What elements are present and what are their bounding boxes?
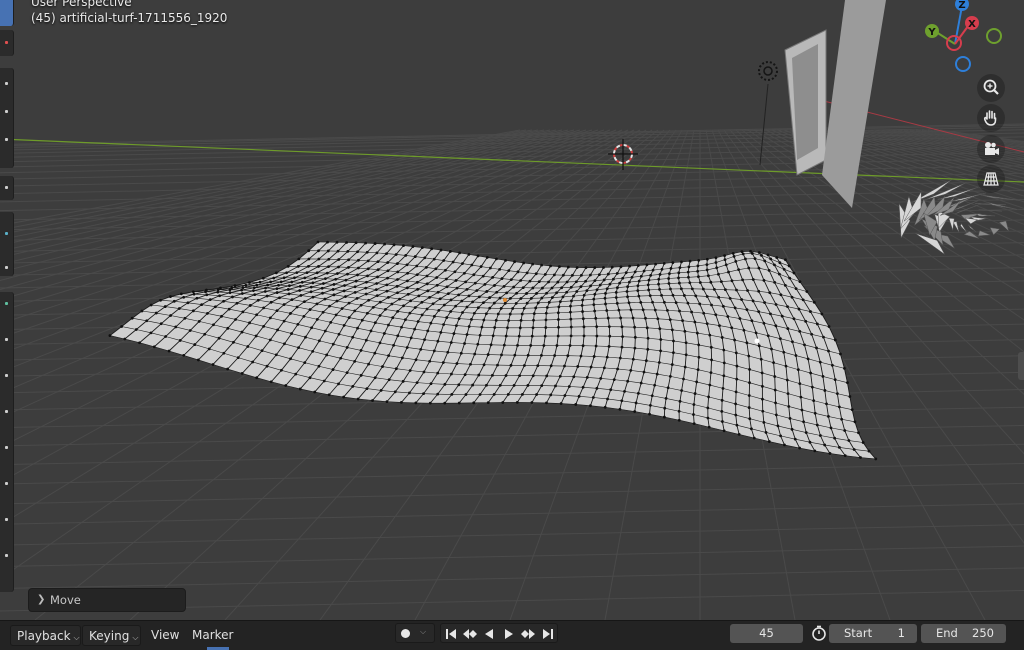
current-frame-field[interactable]: 45 (730, 624, 803, 643)
play-reverse-button[interactable] (480, 626, 498, 642)
playback-controls (440, 623, 558, 643)
tool-annotate[interactable] (0, 176, 14, 200)
axis-neg-z-handle[interactable] (955, 56, 971, 72)
viewport-region-handle[interactable] (1018, 352, 1024, 380)
plant-leaf (968, 224, 976, 232)
object-info-label: (45) artificial-turf-1711556_1920 (31, 11, 228, 25)
next-keyframe-button[interactable] (519, 626, 537, 642)
bevel-icon (5, 374, 8, 377)
active-vertex (754, 338, 760, 344)
axis-y-label: Y (927, 27, 936, 38)
start-frame-label: Start (844, 626, 873, 640)
jump-start-button[interactable] (442, 626, 460, 642)
pan-button[interactable] (977, 104, 1005, 132)
chevron-down-icon: ⌵ (132, 633, 139, 642)
turf-mesh-face (109, 242, 876, 459)
chevron-right-icon: ❯ (37, 594, 46, 605)
view-menu-label: View (151, 628, 180, 642)
zoom-icon (983, 79, 999, 95)
prev-keyframe-button[interactable] (461, 626, 479, 642)
keying-menu[interactable]: Keying ⌵ (82, 625, 141, 646)
axis-z-label: Z (958, 0, 965, 11)
extrude-icon (5, 302, 8, 305)
3d-viewport[interactable]: User Perspective (45) artificial-turf-17… (0, 0, 1024, 620)
wall-panel (822, 0, 886, 208)
smooth-icon (5, 554, 8, 557)
tool-edit-group[interactable] (0, 292, 14, 592)
inset-icon (5, 338, 8, 341)
keying-menu-label: Keying (89, 629, 130, 643)
loop-cut-icon (5, 410, 8, 413)
perspective-toggle-button[interactable] (977, 165, 1005, 193)
scale-icon (5, 138, 8, 141)
stopwatch-icon[interactable] (810, 624, 828, 642)
tool-select[interactable] (0, 0, 14, 26)
knife-icon (5, 446, 8, 449)
plant-leaf (975, 213, 996, 217)
camera-view-button[interactable] (977, 135, 1005, 163)
object-origin (503, 298, 507, 302)
tool-measure[interactable] (0, 212, 14, 276)
marker-menu[interactable]: Marker (186, 625, 239, 646)
end-frame-field[interactable]: End 250 (921, 624, 1006, 643)
spin-icon (5, 518, 8, 521)
playback-menu-label: Playback (17, 629, 71, 643)
move-icon (5, 82, 8, 85)
light-line (759, 83, 769, 166)
viewport-scene[interactable] (0, 0, 1024, 620)
play-reverse-icon (485, 629, 493, 639)
prev-keyframe-icon (463, 629, 477, 639)
playback-menu[interactable]: Playback ⌵ (10, 625, 81, 646)
start-frame-field[interactable]: Start 1 (829, 624, 917, 643)
chevron-down-icon[interactable]: ⌵ (420, 627, 426, 637)
view-menu[interactable]: View (145, 625, 185, 646)
tool-cursor[interactable] (0, 30, 14, 56)
poly-build-icon (5, 482, 8, 485)
next-keyframe-icon (521, 629, 535, 639)
light-core (763, 66, 773, 76)
perspective-grid-icon (983, 172, 999, 186)
annotate-icon (5, 186, 8, 189)
jump-start-icon (446, 629, 456, 639)
pan-hand-icon (983, 110, 997, 126)
measure-icon (5, 232, 8, 235)
auto-keying-group[interactable]: ⌵ (395, 623, 435, 643)
camera-icon (985, 142, 999, 155)
play-icon (505, 629, 513, 639)
last-operator-panel[interactable]: ❯ Move (28, 588, 186, 612)
plant-leaf (948, 218, 955, 231)
chevron-down-icon: ⌵ (73, 633, 80, 642)
plant-leaf (998, 220, 1010, 232)
jump-end-icon (543, 629, 553, 639)
marker-menu-label: Marker (192, 628, 234, 642)
plant-leaf (952, 221, 960, 233)
play-button[interactable] (500, 626, 518, 642)
end-frame-value: 250 (972, 626, 994, 640)
cursor-icon (5, 41, 8, 44)
tool-transform-group[interactable] (0, 68, 14, 168)
operator-label: Move (50, 593, 81, 607)
start-frame-value: 1 (897, 626, 905, 640)
rotate-icon (5, 110, 8, 113)
axis-x-label: X (968, 19, 976, 30)
view-mode-label: User Perspective (31, 0, 132, 9)
jump-end-button[interactable] (539, 626, 557, 642)
end-frame-label: End (936, 626, 958, 640)
navigation-gizmo[interactable]: Z Y X (915, 0, 1015, 80)
axis-neg-y-handle[interactable] (986, 28, 1002, 44)
zoom-button[interactable] (977, 74, 1005, 102)
record-icon[interactable] (401, 629, 410, 638)
light-icon (758, 61, 778, 81)
add-cube-icon (5, 266, 8, 269)
